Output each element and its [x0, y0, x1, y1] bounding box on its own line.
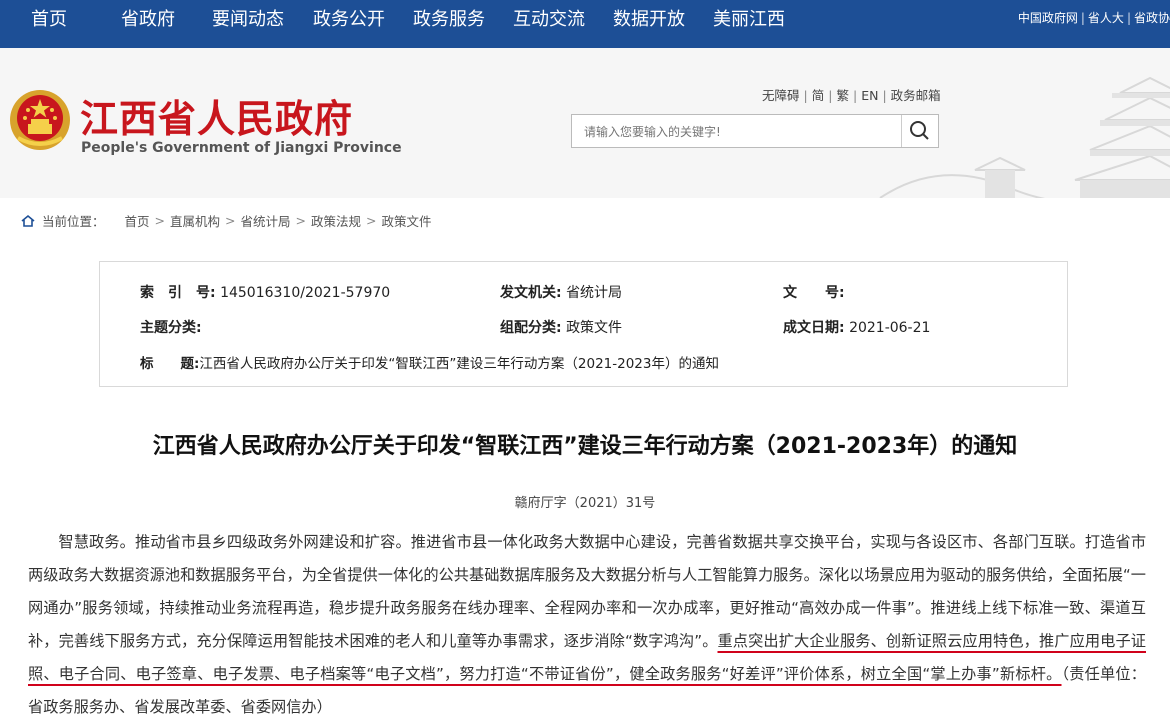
breadcrumb: 当前位置： 首页 > 直属机构 > 省统计局 > 政策法规 > 政策文件: [20, 211, 432, 230]
meta-title-label: 标 题:: [140, 356, 200, 372]
breadcrumb-policy-docs[interactable]: 政策文件: [382, 211, 432, 230]
national-emblem-icon: [10, 90, 70, 150]
link-english[interactable]: EN: [861, 88, 878, 103]
meta-date-value: 2021-06-21: [849, 320, 931, 336]
document-metadata-box: 索 引 号: 145016310/2021-57970 发文机关: 省统计局 文…: [99, 261, 1068, 387]
site-title: 江西省人民政府: [80, 97, 354, 141]
link-traditional[interactable]: 繁: [836, 88, 849, 103]
breadcrumb-direct-agencies[interactable]: 直属机构: [170, 211, 220, 230]
link-accessibility[interactable]: 无障碍: [762, 88, 800, 103]
search-button[interactable]: [901, 115, 938, 147]
breadcrumb-separator: >: [154, 213, 166, 228]
site-subtitle: People's Government of Jiangxi Province: [81, 140, 402, 156]
meta-index-value: 145016310/2021-57970: [220, 285, 391, 301]
breadcrumb-statistics-bureau[interactable]: 省统计局: [241, 211, 291, 230]
nav-item-province-gov[interactable]: 省政府: [121, 0, 175, 40]
breadcrumb-separator: >: [366, 213, 377, 228]
top-navigation-bar: 首页 省政府 要闻动态 政务公开 政务服务 互动交流 数据开放 美丽江西 中国政…: [0, 0, 1170, 48]
document-title: 江西省人民政府办公厅关于印发“智联江西”建设三年行动方案（2021-2023年）…: [152, 434, 1018, 459]
meta-issuer: 发文机关: 省统计局: [500, 282, 622, 302]
nav-item-interaction[interactable]: 互动交流: [513, 0, 585, 40]
meta-title: 标 题:江西省人民政府办公厅关于印发“智联江西”建设三年行动方案（2021-20…: [140, 352, 719, 372]
breadcrumb-label: 当前位置：: [42, 214, 105, 229]
link-npc[interactable]: 省人大: [1088, 11, 1124, 25]
body-paragraph: 智慧政务。推动省市县乡四级政务外网建设和扩容。推进省市县一体化政务大数据中心建设…: [28, 526, 1146, 724]
document-number: 赣府厅字（2021）31号: [514, 496, 656, 511]
link-gov-mail[interactable]: 政务邮箱: [891, 88, 941, 103]
nav-item-home[interactable]: 首页: [31, 0, 67, 40]
link-china-gov[interactable]: 中国政府网: [1018, 11, 1078, 25]
search-icon: [910, 121, 929, 140]
nav-item-data-open[interactable]: 数据开放: [613, 0, 685, 40]
meta-issuer-label: 发文机关:: [500, 285, 562, 301]
nav-item-gov-affairs-open[interactable]: 政务公开: [313, 0, 385, 40]
search-input[interactable]: [572, 115, 906, 149]
breadcrumb-separator: >: [295, 213, 307, 228]
meta-issuer-value: 省统计局: [566, 285, 623, 301]
meta-docno: 文 号:: [783, 282, 845, 302]
meta-topic: 主题分类:: [140, 317, 202, 337]
meta-topic-label: 主题分类:: [140, 320, 202, 336]
breadcrumb-policies[interactable]: 政策法规: [311, 211, 361, 230]
meta-title-value: 江西省人民政府办公厅关于印发“智联江西”建设三年行动方案（2021-2023年）…: [199, 356, 719, 372]
nav-item-gov-service[interactable]: 政务服务: [413, 0, 485, 40]
meta-date-label: 成文日期:: [783, 320, 845, 336]
link-cppcc[interactable]: 省政协: [1134, 11, 1170, 25]
nav-item-beautiful-jiangxi[interactable]: 美丽江西: [713, 0, 785, 40]
home-icon: [21, 214, 35, 227]
meta-date: 成文日期: 2021-06-21: [783, 317, 930, 337]
meta-docno-label: 文 号:: [783, 285, 845, 301]
breadcrumb-separator: >: [225, 213, 236, 228]
meta-index-label: 索 引 号:: [140, 285, 216, 301]
meta-category-value: 政策文件: [566, 320, 623, 336]
document-body: 智慧政务。推动省市县乡四级政务外网建设和扩容。推进省市县一体化政务大数据中心建设…: [28, 526, 1146, 724]
utility-links: 无障碍 | 简 | 繁 | EN | 政务邮箱: [762, 88, 941, 103]
nav-item-news[interactable]: 要闻动态: [212, 0, 284, 40]
external-links: 中国政府网 | 省人大 | 省政协: [1017, 11, 1170, 25]
breadcrumb-home[interactable]: 首页: [125, 211, 150, 230]
meta-category: 组配分类: 政策文件: [500, 317, 622, 337]
meta-index: 索 引 号: 145016310/2021-57970: [140, 282, 390, 302]
link-simplified[interactable]: 简: [812, 88, 825, 103]
site-header: 江西省人民政府 People's Government of Jiangxi P…: [0, 48, 1170, 198]
meta-category-label: 组配分类:: [500, 320, 562, 336]
search-box: [571, 114, 939, 149]
